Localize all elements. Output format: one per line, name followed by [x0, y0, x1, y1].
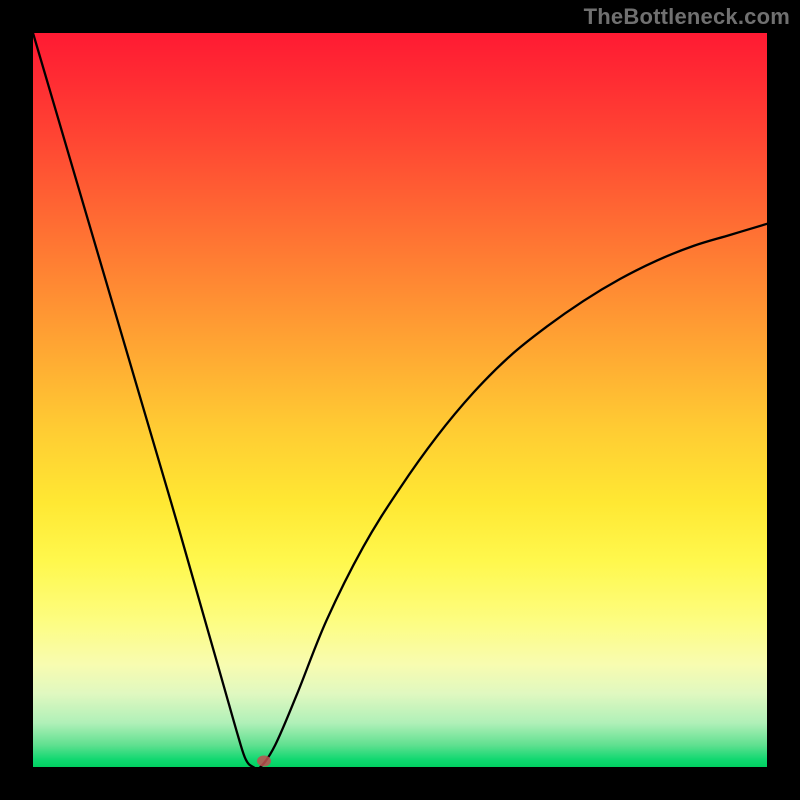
chart-frame: TheBottleneck.com — [0, 0, 800, 800]
curve-svg — [33, 33, 767, 767]
bottleneck-curve — [33, 33, 767, 767]
plot-area — [33, 33, 767, 767]
watermark-text: TheBottleneck.com — [584, 4, 790, 30]
optimum-marker-icon — [257, 756, 271, 767]
